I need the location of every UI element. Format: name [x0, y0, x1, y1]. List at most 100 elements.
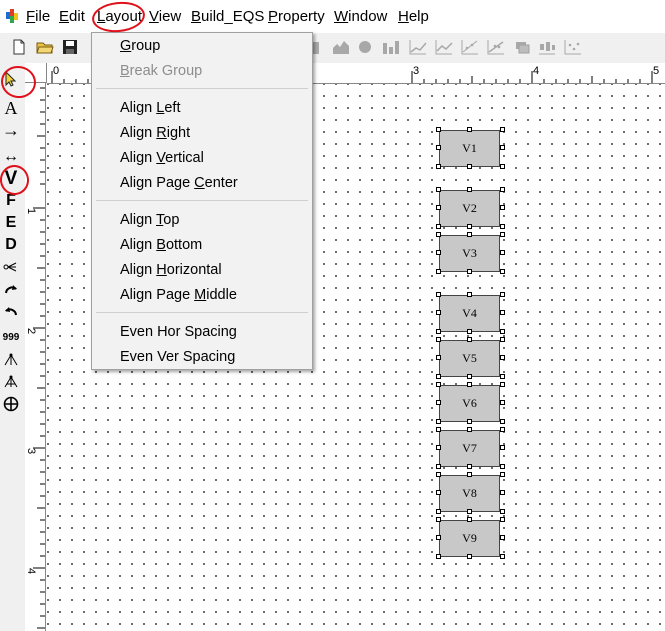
selection-handle[interactable] [436, 250, 441, 255]
menu-window[interactable]: Window [334, 8, 387, 26]
menu-item-even-ver-spacing[interactable]: Even Ver Spacing [120, 348, 235, 366]
selection-handle[interactable] [467, 269, 472, 274]
selection-handle[interactable] [500, 329, 505, 334]
selection-handle[interactable] [500, 269, 505, 274]
selection-handle[interactable] [500, 205, 505, 210]
selection-handle[interactable] [467, 164, 472, 169]
node-v9[interactable]: V9 [439, 520, 500, 557]
menu-item-even-hor-spacing[interactable]: Even Hor Spacing [120, 323, 237, 341]
selection-handle[interactable] [467, 224, 472, 229]
multi-arrow-icon[interactable] [0, 257, 22, 277]
selection-handle[interactable] [467, 464, 472, 469]
error-tool-icon[interactable]: E [0, 213, 22, 233]
menu-view[interactable]: View [149, 8, 181, 26]
menu-item-align-page-center[interactable]: Align Page Center [120, 174, 238, 192]
selection-handle[interactable] [436, 427, 441, 432]
regression-plot-icon[interactable] [487, 38, 505, 56]
node-v6[interactable]: V6 [439, 385, 500, 422]
selection-handle[interactable] [436, 445, 441, 450]
selection-handle[interactable] [500, 355, 505, 360]
selection-handle[interactable] [467, 517, 472, 522]
selection-handle[interactable] [500, 250, 505, 255]
selection-handle[interactable] [467, 554, 472, 559]
selection-handle[interactable] [467, 419, 472, 424]
menu-item-group[interactable]: Group [120, 37, 160, 55]
selection-handle[interactable] [467, 187, 472, 192]
selection-handle[interactable] [500, 517, 505, 522]
arrow-right-icon[interactable]: → [0, 120, 22, 140]
node-v5[interactable]: V5 [439, 340, 500, 377]
menu-help[interactable]: Help [398, 8, 429, 26]
selection-handle[interactable] [500, 419, 505, 424]
menu-file[interactable]: File [26, 8, 50, 26]
menu-build-eqs[interactable]: Build_EQS [191, 8, 264, 26]
selection-handle[interactable] [467, 427, 472, 432]
selection-handle[interactable] [436, 232, 441, 237]
curve-ccw-icon[interactable] [0, 301, 22, 321]
circle-icon[interactable] [356, 38, 374, 56]
selection-handle[interactable] [500, 490, 505, 495]
selection-handle[interactable] [436, 517, 441, 522]
selection-handle[interactable] [436, 224, 441, 229]
double-arrow-icon[interactable]: ↔ [0, 147, 22, 167]
node-v8[interactable]: V8 [439, 475, 500, 512]
selection-handle[interactable] [500, 445, 505, 450]
trend-plot-icon[interactable] [435, 38, 453, 56]
node-v4[interactable]: V4 [439, 295, 500, 332]
selection-handle[interactable] [436, 205, 441, 210]
selection-handle[interactable] [500, 382, 505, 387]
selection-handle[interactable] [500, 400, 505, 405]
menu-item-align-vertical[interactable]: Align Vertical [120, 149, 204, 167]
menu-edit[interactable]: Edit [59, 8, 85, 26]
numbers-tool-icon[interactable]: 999 [0, 327, 22, 347]
line-plot-icon[interactable] [409, 38, 427, 56]
menu-item-align-top[interactable]: Align Top [120, 211, 179, 229]
selection-handle[interactable] [500, 145, 505, 150]
area-chart-icon[interactable] [332, 38, 350, 56]
fan-out-icon[interactable] [0, 350, 22, 370]
selection-handle[interactable] [467, 382, 472, 387]
open-folder-icon[interactable] [36, 38, 54, 56]
selection-handle[interactable] [436, 187, 441, 192]
selection-handle[interactable] [436, 400, 441, 405]
selection-handle[interactable] [436, 509, 441, 514]
crosshair-circle-icon[interactable] [0, 394, 22, 414]
selection-handle[interactable] [500, 535, 505, 540]
selection-handle[interactable] [436, 490, 441, 495]
selection-handle[interactable] [467, 329, 472, 334]
selection-handle[interactable] [500, 127, 505, 132]
save-icon[interactable] [61, 38, 79, 56]
menu-property[interactable]: Property [268, 8, 325, 26]
bar-chart-icon[interactable] [382, 38, 400, 56]
selection-handle[interactable] [436, 374, 441, 379]
selection-handle[interactable] [500, 292, 505, 297]
selection-handle[interactable] [436, 329, 441, 334]
selection-handle[interactable] [467, 292, 472, 297]
node-v2[interactable]: V2 [439, 190, 500, 227]
selection-handle[interactable] [467, 337, 472, 342]
menu-item-align-left[interactable]: Align Left [120, 99, 180, 117]
selection-handle[interactable] [500, 187, 505, 192]
toolbar-icon-partial[interactable] [312, 38, 322, 56]
selection-handle[interactable] [436, 464, 441, 469]
node-v1[interactable]: V1 [439, 130, 500, 167]
selection-handle[interactable] [436, 145, 441, 150]
selection-handle[interactable] [500, 164, 505, 169]
node-v3[interactable]: V3 [439, 235, 500, 272]
menu-item-align-page-middle[interactable]: Align Page Middle [120, 286, 237, 304]
selection-handle[interactable] [500, 374, 505, 379]
selection-handle[interactable] [467, 232, 472, 237]
new-file-icon[interactable] [10, 38, 28, 56]
menu-item-align-horizontal[interactable]: Align Horizontal [120, 261, 222, 279]
selection-handle[interactable] [500, 509, 505, 514]
selection-handle[interactable] [500, 232, 505, 237]
fan-out-2-icon[interactable] [0, 372, 22, 392]
dot-plot-icon[interactable] [564, 38, 582, 56]
boxplot-icon[interactable] [538, 38, 556, 56]
layers-icon[interactable] [513, 38, 531, 56]
selection-handle[interactable] [500, 554, 505, 559]
selection-handle[interactable] [500, 464, 505, 469]
selection-handle[interactable] [467, 127, 472, 132]
selection-handle[interactable] [467, 509, 472, 514]
menu-item-align-right[interactable]: Align Right [120, 124, 190, 142]
